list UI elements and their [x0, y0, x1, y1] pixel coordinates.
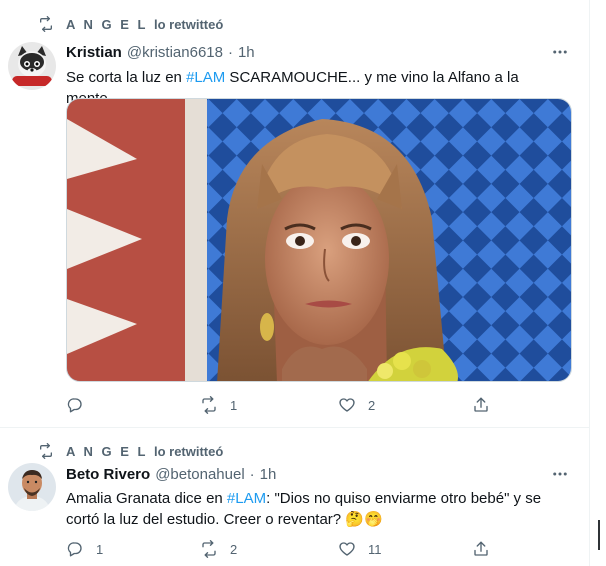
retweet-button[interactable]: 1: [200, 396, 237, 414]
tweet[interactable]: A N G E L lo retwitteó Kristian @kristia…: [0, 0, 590, 428]
tweet-media-image[interactable]: [66, 98, 572, 382]
tweet-actions: 1 2: [66, 396, 496, 416]
separator-dot: ·: [249, 466, 255, 483]
heart-icon: [339, 542, 355, 556]
tweet-actions: 1 2 11: [66, 540, 496, 560]
retweet-icon: [40, 16, 52, 32]
share-button[interactable]: [472, 540, 490, 558]
share-icon: [474, 397, 488, 412]
author-name[interactable]: Beto Rivero: [66, 466, 150, 483]
heart-icon: [339, 398, 355, 412]
retweeter-name[interactable]: A N G E L: [66, 17, 148, 32]
author-handle[interactable]: @betonahuel: [155, 466, 244, 483]
share-icon: [474, 541, 488, 556]
scrollbar-thumb[interactable]: [598, 520, 600, 550]
avatar[interactable]: [8, 463, 56, 511]
tweet-text: Amalia Granata dice en #LAM: "Dios no qu…: [66, 488, 576, 530]
retweet-context: A N G E L lo retwitteó: [38, 16, 223, 32]
reply-count: 1: [96, 541, 104, 557]
like-button[interactable]: 2: [338, 396, 375, 414]
retweeter-name[interactable]: A N G E L: [66, 444, 148, 459]
retweet-label: lo retwitteó: [153, 16, 224, 32]
retweet-icon: [202, 540, 216, 558]
retweet-count: 2: [230, 541, 238, 557]
tweet-header: Kristian @kristian6618 · 1h: [66, 44, 255, 61]
tweet-text-part: Se corta la luz en: [66, 69, 187, 86]
tweet[interactable]: A N G E L lo retwitteó Beto Rivero @beto…: [0, 428, 590, 566]
hashtag-link[interactable]: #LAM: [186, 69, 225, 86]
separator-dot: ·: [227, 44, 233, 61]
timeline-feed: A N G E L lo retwitteó Kristian @kristia…: [0, 0, 590, 566]
avatar[interactable]: [8, 42, 56, 90]
retweet-button[interactable]: 2: [200, 540, 237, 558]
retweet-label: lo retwitteó: [153, 443, 224, 459]
tweet-text-part: Amalia Granata dice en: [66, 490, 227, 507]
author-handle[interactable]: @kristian6618: [127, 44, 223, 61]
reply-button[interactable]: 1: [66, 540, 103, 558]
share-button[interactable]: [472, 396, 490, 414]
like-count: 11: [368, 541, 382, 557]
tweet-header: Beto Rivero @betonahuel · 1h: [66, 466, 276, 483]
like-button[interactable]: 11: [338, 540, 382, 558]
tweet-time[interactable]: 1h: [260, 466, 277, 483]
retweet-icon: [202, 396, 216, 414]
reply-button[interactable]: [66, 396, 96, 414]
retweet-count: 1: [230, 397, 238, 413]
page-edge: [598, 0, 606, 566]
author-name[interactable]: Kristian: [66, 44, 122, 61]
more-icon[interactable]: [550, 42, 570, 62]
tweet-time[interactable]: 1h: [238, 44, 255, 61]
reply-icon: [67, 398, 82, 413]
like-count: 2: [368, 397, 376, 413]
more-icon[interactable]: [550, 464, 570, 484]
reply-icon: [67, 542, 82, 557]
retweet-context: A N G E L lo retwitteó: [38, 443, 223, 459]
hashtag-link[interactable]: #LAM: [227, 490, 266, 507]
retweet-icon: [40, 443, 52, 459]
